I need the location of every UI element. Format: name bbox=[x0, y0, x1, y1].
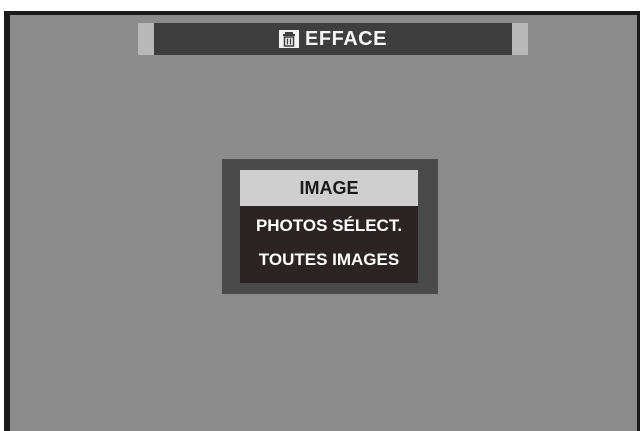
menu-item-selected-photos[interactable]: PHOTOS SÉLECT. bbox=[240, 208, 418, 244]
title-bar: EFFACE bbox=[138, 23, 528, 55]
page-title: EFFACE bbox=[305, 27, 387, 50]
menu-item-all-images[interactable]: TOUTES IMAGES bbox=[240, 242, 418, 278]
trash-icon bbox=[279, 30, 300, 48]
erase-menu: IMAGE PHOTOS SÉLECT. TOUTES IMAGES bbox=[222, 159, 438, 294]
camera-screen: EFFACE IMAGE PHOTOS SÉLECT. TOUTES IMAGE… bbox=[4, 11, 640, 431]
erase-menu-list: IMAGE PHOTOS SÉLECT. TOUTES IMAGES bbox=[240, 170, 418, 283]
title-content: EFFACE bbox=[138, 23, 528, 55]
menu-item-image[interactable]: IMAGE bbox=[240, 170, 418, 206]
